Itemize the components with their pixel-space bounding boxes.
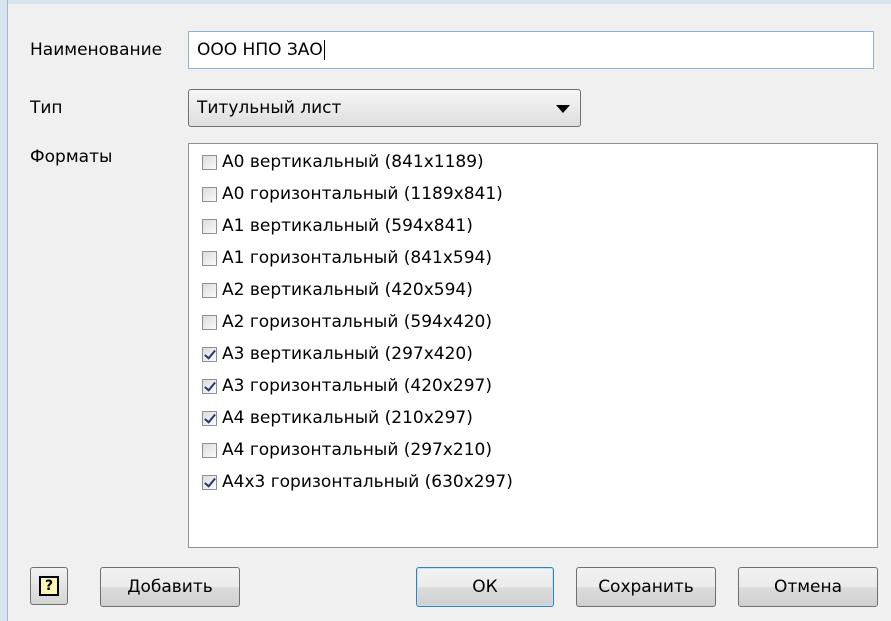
formats-label: Форматы xyxy=(30,147,113,167)
format-label: А3 вертикальный (297х420) xyxy=(222,344,473,364)
format-checkbox[interactable] xyxy=(202,474,217,490)
name-input-value: ООО НПО ЗАО xyxy=(197,40,323,60)
format-checkbox[interactable] xyxy=(202,218,217,234)
format-item[interactable]: А1 вертикальный (594х841) xyxy=(202,213,473,239)
format-label: А1 вертикальный (594х841) xyxy=(222,216,473,236)
format-label: А1 горизонтальный (841х594) xyxy=(222,248,492,268)
name-label: Наименование xyxy=(30,40,163,60)
format-checkbox[interactable] xyxy=(202,346,217,362)
type-select-value: Титульный лист xyxy=(197,98,342,118)
type-select[interactable]: Титульный лист xyxy=(188,89,581,127)
format-item[interactable]: А4х3 горизонтальный (630х297) xyxy=(202,469,513,495)
format-item[interactable]: А0 горизонтальный (1189х841) xyxy=(202,181,503,207)
format-label: А2 вертикальный (420х594) xyxy=(222,280,473,300)
formats-checklist[interactable]: А0 вертикальный (841х1189) А0 горизонтал… xyxy=(188,143,878,548)
format-label: А4 горизонтальный (297х210) xyxy=(222,440,492,460)
ok-button[interactable]: ОК xyxy=(416,567,554,607)
format-checkbox[interactable] xyxy=(202,410,217,426)
window-frame-left xyxy=(0,0,8,621)
help-button[interactable]: ? xyxy=(30,567,68,605)
name-input[interactable]: ООО НПО ЗАО xyxy=(188,31,874,69)
format-label: А2 горизонтальный (594х420) xyxy=(222,312,492,332)
format-item[interactable]: А3 вертикальный (297х420) xyxy=(202,341,473,367)
text-caret xyxy=(323,40,325,60)
format-checkbox[interactable] xyxy=(202,154,217,170)
format-label: А4 вертикальный (210х297) xyxy=(222,408,473,428)
format-item[interactable]: А1 горизонтальный (841х594) xyxy=(202,245,492,271)
window-frame-top xyxy=(0,0,891,4)
question-mark-icon: ? xyxy=(39,576,59,596)
format-checkbox[interactable] xyxy=(202,250,217,266)
type-label: Тип xyxy=(30,98,63,118)
format-checkbox[interactable] xyxy=(202,186,217,202)
dropdown-arrow-icon[interactable] xyxy=(556,105,570,113)
format-item[interactable]: А4 вертикальный (210х297) xyxy=(202,405,473,431)
format-checkbox[interactable] xyxy=(202,282,217,298)
save-button[interactable]: Сохранить xyxy=(576,567,716,607)
format-item[interactable]: А0 вертикальный (841х1189) xyxy=(202,149,484,175)
format-item[interactable]: А2 горизонтальный (594х420) xyxy=(202,309,492,335)
format-item[interactable]: А4 горизонтальный (297х210) xyxy=(202,437,492,463)
format-item[interactable]: А3 горизонтальный (420х297) xyxy=(202,373,492,399)
format-label: А4х3 горизонтальный (630х297) xyxy=(222,472,513,492)
format-checkbox[interactable] xyxy=(202,378,217,394)
format-checkbox[interactable] xyxy=(202,442,217,458)
format-checkbox[interactable] xyxy=(202,314,217,330)
cancel-button[interactable]: Отмена xyxy=(738,567,878,607)
format-label: А3 горизонтальный (420х297) xyxy=(222,376,492,396)
format-item[interactable]: А2 вертикальный (420х594) xyxy=(202,277,473,303)
format-label: А0 вертикальный (841х1189) xyxy=(222,152,484,172)
add-button[interactable]: Добавить xyxy=(100,567,240,607)
format-label: А0 горизонтальный (1189х841) xyxy=(222,184,503,204)
